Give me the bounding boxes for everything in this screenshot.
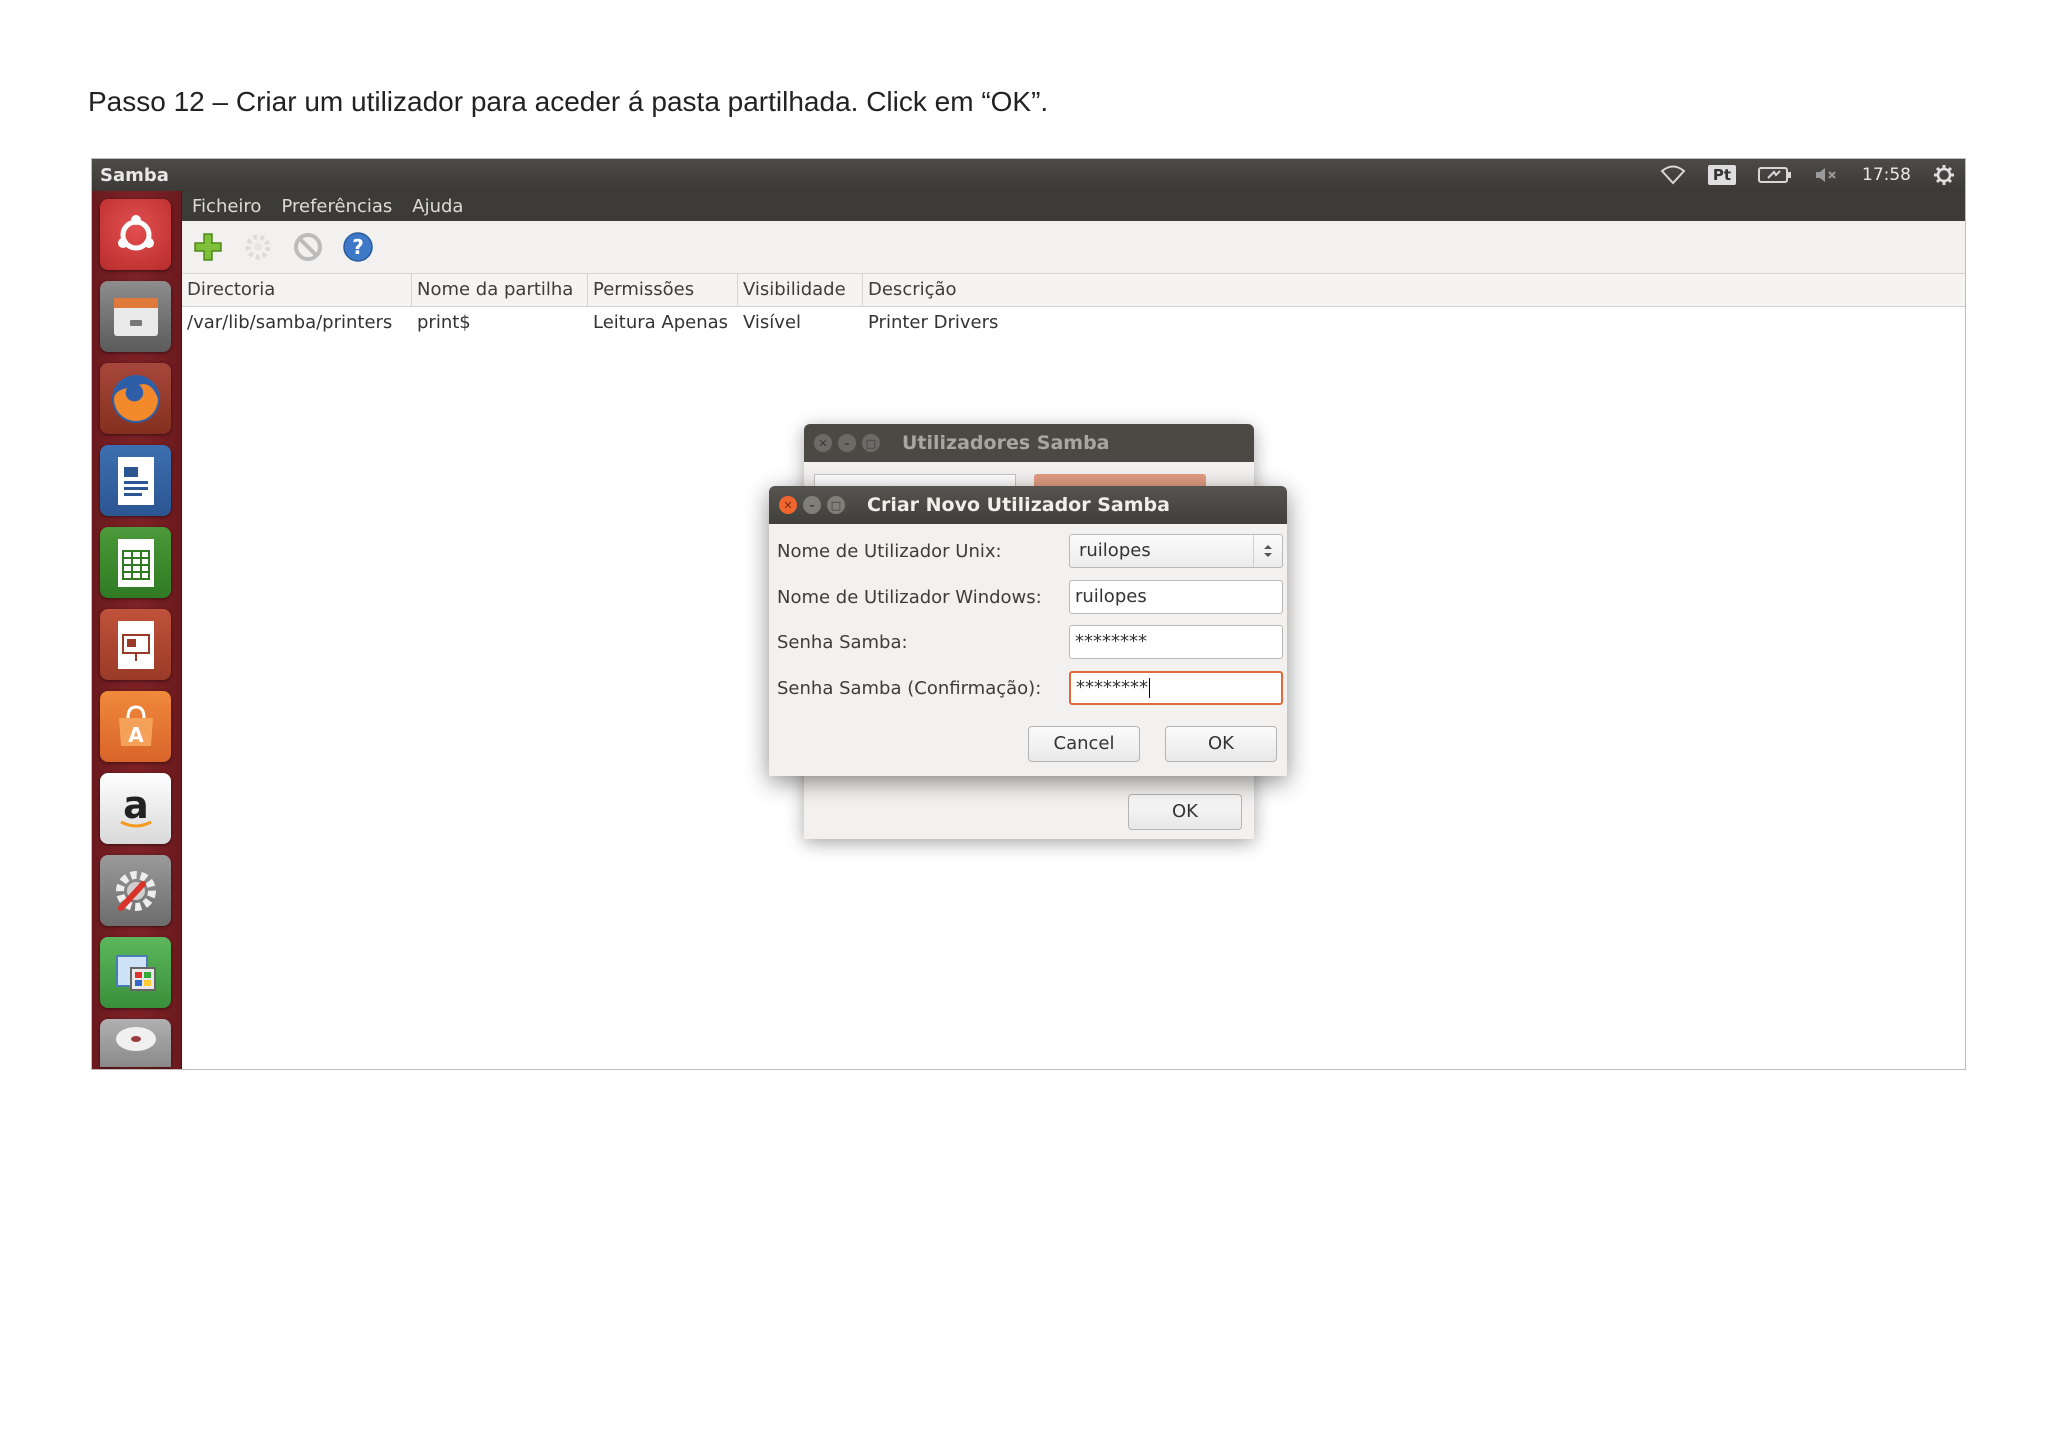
keyboard-layout-indicator[interactable]: Pt [1707, 165, 1736, 185]
close-icon[interactable]: ✕ [779, 496, 797, 514]
samba-icon[interactable] [100, 937, 171, 1008]
system-tray: Pt 17:58 [1660, 164, 1965, 186]
windows-user-row: Nome de Utilizador Windows: ruilopes [777, 580, 1283, 616]
table-header: Directoria Nome da partilha Permissões V… [182, 274, 1965, 307]
menu-preferences[interactable]: Preferências [281, 196, 392, 217]
desktop-screenshot: Samba Pt 17:58 A a Ficheiro Preferências… [91, 158, 1966, 1070]
add-share-icon[interactable] [192, 231, 224, 263]
password-confirm-input[interactable]: ******** [1069, 671, 1283, 705]
ok-button[interactable]: OK [1165, 726, 1277, 762]
menu-file[interactable]: Ficheiro [192, 196, 261, 217]
unity-launcher: A a [92, 191, 182, 1069]
app-title: Samba [100, 164, 169, 186]
cancel-button[interactable]: Cancel [1028, 726, 1140, 762]
ubuntu-dash-icon[interactable] [100, 199, 171, 270]
maximize-icon[interactable]: □ [827, 496, 845, 514]
unix-user-value: ruilopes [1079, 540, 1151, 561]
files-icon[interactable] [100, 281, 171, 352]
column-header-visibility[interactable]: Visibilidade [738, 274, 863, 306]
table-row[interactable]: /var/lib/samba/printers print$ Leitura A… [182, 307, 1965, 339]
password-row: Senha Samba: ******** [777, 625, 1283, 661]
samba-users-ok-button[interactable]: OK [1128, 794, 1242, 830]
windows-user-input[interactable]: ruilopes [1069, 580, 1283, 614]
create-samba-user-dialog: ✕ – □ Criar Novo Utilizador Samba Nome d… [769, 486, 1287, 776]
step-caption: Passo 12 – Criar um utilizador para aced… [88, 86, 1049, 117]
minimize-icon[interactable]: – [838, 434, 856, 452]
password-confirm-value: ******** [1076, 677, 1148, 698]
cell-visibility: Visível [743, 312, 802, 333]
software-center-icon[interactable]: A [100, 691, 171, 762]
panel-clock[interactable]: 17:58 [1862, 165, 1911, 185]
password-label: Senha Samba: [777, 632, 908, 653]
menu-help[interactable]: Ajuda [412, 196, 463, 217]
password-confirm-label: Senha Samba (Confirmação): [777, 678, 1042, 699]
writer-icon[interactable] [100, 445, 171, 516]
column-header-share-name[interactable]: Nome da partilha [412, 274, 588, 306]
cell-permissions: Leitura Apenas [593, 312, 729, 333]
impress-icon[interactable] [100, 609, 171, 680]
properties-icon[interactable] [242, 231, 274, 263]
maximize-icon[interactable]: □ [862, 434, 880, 452]
close-icon[interactable]: ✕ [814, 434, 832, 452]
system-settings-icon[interactable] [100, 855, 171, 926]
menu-bar: Ficheiro Preferências Ajuda [182, 191, 1965, 221]
minimize-icon[interactable]: – [803, 496, 821, 514]
cell-directory: /var/lib/samba/printers [187, 312, 393, 333]
wifi-icon[interactable] [1660, 165, 1686, 185]
cell-share-name: print$ [417, 312, 471, 333]
svg-text:A: A [128, 723, 144, 747]
help-icon[interactable]: ? [342, 231, 374, 263]
cell-description: Printer Drivers [868, 312, 999, 333]
column-header-directory[interactable]: Directoria [182, 274, 412, 306]
battery-icon[interactable] [1758, 166, 1792, 184]
password-input[interactable]: ******** [1069, 625, 1283, 659]
create-user-titlebar: ✕ – □ Criar Novo Utilizador Samba [769, 486, 1287, 524]
unix-user-label: Nome de Utilizador Unix: [777, 541, 1002, 562]
password-confirm-row: Senha Samba (Confirmação): ******** [777, 671, 1283, 707]
toolbar: ? [182, 221, 1965, 274]
delete-icon[interactable] [292, 231, 324, 263]
top-panel: Samba Pt 17:58 [92, 159, 1965, 191]
firefox-icon[interactable] [100, 363, 171, 434]
svg-text:a: a [123, 784, 149, 827]
column-header-permissions[interactable]: Permissões [588, 274, 738, 306]
calc-icon[interactable] [100, 527, 171, 598]
settings-gear-icon[interactable] [1933, 164, 1955, 186]
text-caret [1149, 678, 1150, 698]
samba-users-titlebar: ✕ – □ Utilizadores Samba [804, 424, 1254, 462]
svg-text:?: ? [352, 235, 364, 259]
unix-user-row: Nome de Utilizador Unix: ruilopes [777, 534, 1283, 570]
samba-users-title: Utilizadores Samba [902, 432, 1110, 454]
create-user-title: Criar Novo Utilizador Samba [867, 494, 1170, 516]
windows-user-label: Nome de Utilizador Windows: [777, 587, 1042, 608]
column-header-description[interactable]: Descrição [863, 274, 1163, 306]
combo-arrows-icon[interactable] [1253, 535, 1282, 567]
unix-user-combo[interactable]: ruilopes [1069, 534, 1283, 568]
volume-muted-icon[interactable] [1814, 166, 1840, 184]
amazon-icon[interactable]: a [100, 773, 171, 844]
dvd-icon[interactable] [100, 1019, 171, 1067]
